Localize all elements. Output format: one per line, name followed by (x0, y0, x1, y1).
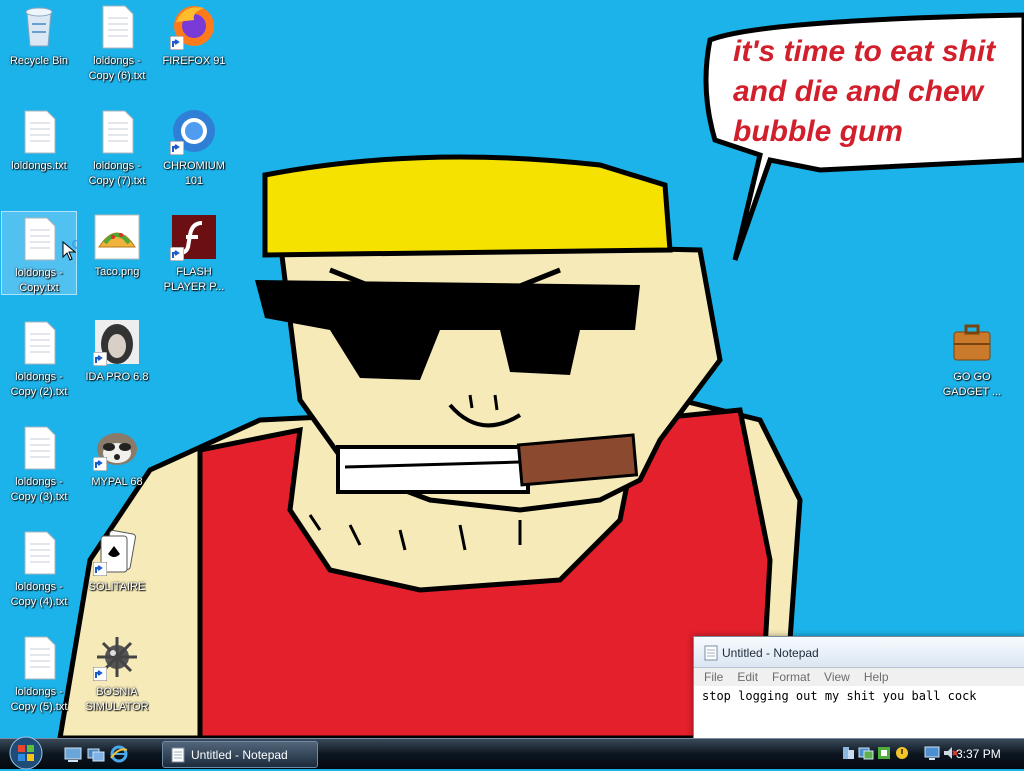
tray-network-icon[interactable] (858, 745, 874, 761)
shortcut-arrow-icon (93, 667, 107, 681)
menu-format[interactable]: Format (762, 668, 816, 684)
notepad-text-area[interactable]: stop logging out my shit you ball cock (694, 686, 1024, 706)
menu-edit[interactable]: Edit (727, 668, 764, 684)
mine-icon (93, 633, 141, 681)
tray-display-icon[interactable] (924, 745, 940, 761)
shortcut-arrow-icon (93, 457, 107, 471)
shortcut-arrow-icon (170, 36, 184, 50)
icon-label: loldongs - Copy.txt (15, 267, 63, 294)
icon-label: SOLITAIRE (88, 581, 146, 593)
icon-label: loldongs.txt (11, 160, 67, 172)
taskbar-button-notepad[interactable]: Untitled - Notepad (162, 741, 318, 768)
briefcase-icon (948, 318, 996, 366)
desktop-icon-ida-pro[interactable]: IDA PRO 6.8 (79, 316, 155, 416)
mouse-cursor-icon (62, 240, 81, 261)
icon-label: loldongs - Copy (6).txt (88, 55, 146, 82)
menu-view[interactable]: View (814, 668, 856, 684)
notepad-icon (171, 747, 185, 763)
desktop-icon-go-go-gadget[interactable]: GO GO GADGET ... (934, 316, 1010, 416)
desktop-icon-loldongs-copy-4[interactable]: loldongs - Copy (4).txt (1, 526, 77, 626)
cards-icon (93, 528, 141, 576)
start-button[interactable] (6, 735, 46, 771)
shortcut-arrow-icon (93, 352, 107, 366)
raccoon-icon (93, 423, 141, 471)
taskbar-button-label: Untitled - Notepad (191, 748, 288, 762)
text-file-icon (15, 107, 63, 155)
notepad-icon (704, 645, 718, 661)
taskbar: Untitled - Notepad 3:37 PM (0, 735, 1024, 771)
desktop-icon-bosnia-simulator[interactable]: BOSNIA SIMULATOR (79, 631, 155, 731)
ida-pro-icon (93, 318, 141, 366)
recycle-bin-icon (15, 2, 63, 50)
firefox-icon (170, 2, 218, 50)
desktop-icon-chromium-101[interactable]: CHROMIUM 101 (156, 105, 232, 205)
desktop-icon-mypal[interactable]: MYPAL 68 (79, 421, 155, 521)
icon-label: FLASH PLAYER P... (163, 266, 225, 293)
desktop-icon-loldongs-copy-3[interactable]: loldongs - Copy (3).txt (1, 421, 77, 521)
text-file-icon (15, 214, 63, 262)
tray-update-icon[interactable] (894, 745, 910, 761)
text-file-icon (15, 318, 63, 366)
desktop-icon-loldongs-copy-5[interactable]: loldongs - Copy (5).txt (1, 631, 77, 731)
icon-label: Taco.png (94, 266, 140, 278)
icon-label: CHROMIUM 101 (163, 160, 225, 187)
desktop-icon-loldongs-copy-6[interactable]: loldongs - Copy (6).txt (79, 0, 155, 100)
desktop-icon-loldongs-copy-2[interactable]: loldongs - Copy (2).txt (1, 316, 77, 416)
menu-file[interactable]: File (694, 668, 729, 684)
icon-label: loldongs - Copy (7).txt (88, 160, 146, 187)
notepad-title: Untitled - Notepad (722, 646, 819, 660)
notepad-titlebar[interactable]: Untitled - Notepad (694, 637, 1024, 668)
switch-windows-icon[interactable] (87, 745, 105, 763)
tray-app-icon[interactable] (840, 745, 856, 761)
clock[interactable]: 3:37 PM (956, 747, 1001, 761)
text-file-icon (15, 423, 63, 471)
internet-explorer-icon[interactable] (110, 745, 128, 763)
icon-label: MYPAL 68 (91, 476, 143, 488)
shortcut-arrow-icon (93, 562, 107, 576)
chromium-icon (170, 107, 218, 155)
icon-label: loldongs - Copy (3).txt (10, 476, 68, 503)
notepad-window[interactable]: Untitled - Notepad File Edit Format View Hel… (693, 636, 1024, 740)
speech-line: bubble gum (733, 115, 903, 148)
show-desktop-icon[interactable] (64, 745, 82, 763)
text-file-icon (15, 633, 63, 681)
desktop-icon-recycle-bin[interactable]: Recycle Bin (1, 0, 77, 100)
speech-bubble-text: it's time to eat shit and die and chew b… (733, 32, 995, 152)
icon-label: FIREFOX 91 (162, 55, 226, 67)
speech-line: it's time to eat shit (733, 35, 996, 68)
menu-help[interactable]: Help (854, 668, 895, 684)
desktop-icon-loldongs[interactable]: loldongs.txt (1, 105, 77, 205)
icon-label: IDA PRO 6.8 (85, 371, 149, 383)
desktop-icon-flash-player[interactable]: FLASH PLAYER P... (156, 211, 232, 311)
icon-label: GO GO GADGET ... (942, 371, 1002, 398)
text-file-icon (93, 2, 141, 50)
desktop-icon-loldongs-copy-7[interactable]: loldongs - Copy (7).txt (79, 105, 155, 205)
speech-line: and die and chew (733, 75, 984, 108)
icon-label: BOSNIA SIMULATOR (85, 686, 149, 713)
text-file-icon (93, 107, 141, 155)
shortcut-arrow-icon (170, 141, 184, 155)
notepad-menubar: File Edit Format View Help (694, 668, 1024, 686)
flash-player-icon (170, 213, 218, 261)
desktop-icon-solitaire[interactable]: SOLITAIRE (79, 526, 155, 626)
icon-label: loldongs - Copy (5).txt (10, 686, 68, 713)
desktop-icon-taco-png[interactable]: Taco.png (79, 211, 155, 311)
icon-label: loldongs - Copy (4).txt (10, 581, 68, 608)
icon-label: loldongs - Copy (2).txt (10, 371, 68, 398)
shortcut-arrow-icon (170, 247, 184, 261)
text-file-icon (15, 528, 63, 576)
tray-security-icon[interactable] (876, 745, 892, 761)
icon-label: Recycle Bin (9, 55, 69, 67)
desktop-icon-firefox-91[interactable]: FIREFOX 91 (156, 0, 232, 100)
taco-image-icon (93, 213, 141, 261)
